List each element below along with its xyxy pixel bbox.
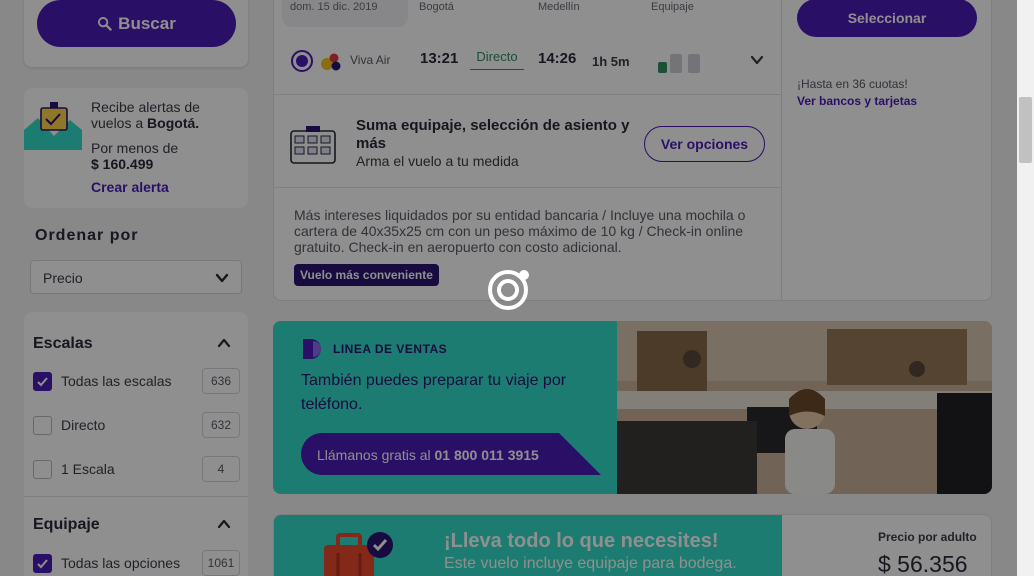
scrollbar-thumb[interactable] (1019, 97, 1032, 163)
scrollbar[interactable] (1017, 0, 1034, 576)
loading-spinner-icon (488, 270, 529, 310)
